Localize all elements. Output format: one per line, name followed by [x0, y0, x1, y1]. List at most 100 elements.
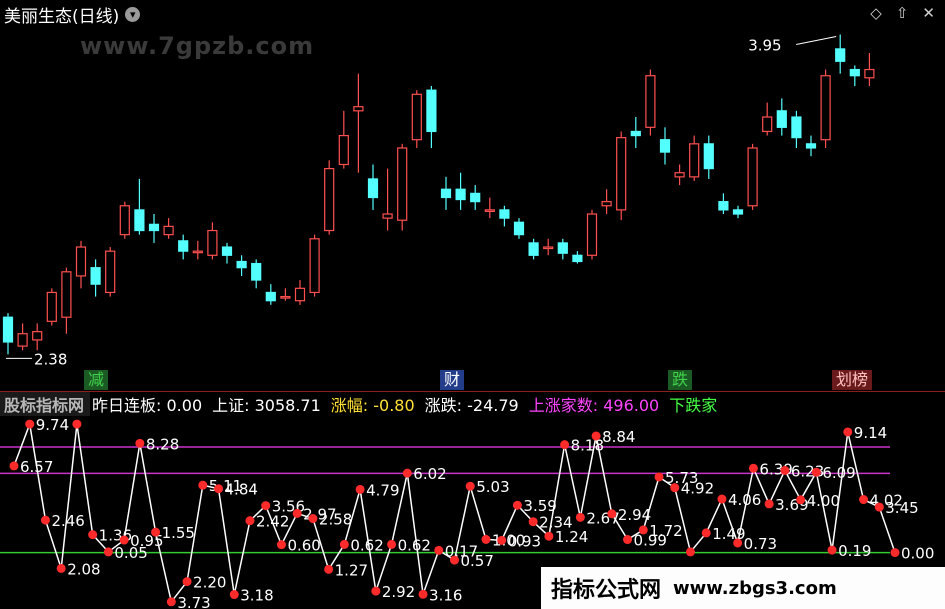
site-banner[interactable]: 指标公式网 www.zbgs3.com [541, 567, 945, 609]
indicator-value-label: 6.09 [822, 464, 855, 482]
diamond-icon[interactable]: ◇ [870, 4, 882, 22]
candle [397, 143, 408, 231]
candle-body [426, 89, 437, 133]
watermark: www.7gpzb.com [80, 32, 315, 60]
candle [75, 240, 87, 289]
indicator-point [450, 555, 459, 565]
window-icons: ◇ ⇧ ✕ [870, 4, 935, 22]
indicator-value-label: 4.06 [728, 491, 761, 509]
candle [791, 110, 802, 148]
candle-body [280, 295, 291, 299]
indicator-point [607, 509, 617, 519]
indicator-point [811, 467, 821, 477]
candle [718, 193, 729, 215]
candle [455, 172, 466, 210]
candle [192, 240, 203, 260]
candle [265, 284, 276, 305]
candle-body [849, 68, 860, 77]
indicator-point [229, 590, 239, 600]
indicator-point [119, 535, 129, 545]
chevron-down-icon[interactable]: ▾ [125, 7, 141, 22]
candle-body [762, 116, 773, 133]
candle [513, 218, 525, 239]
candle-body [17, 333, 28, 347]
indicator-point [843, 427, 853, 437]
candle-body [791, 116, 802, 139]
indicator-point [733, 538, 743, 548]
indicator-point [371, 586, 381, 596]
indicator-point [40, 515, 50, 525]
indicator-value-label: 0.00 [901, 545, 934, 563]
candle-body [411, 93, 422, 141]
indicator-value-label: 3.59 [523, 497, 556, 515]
indicator-value-label: 1.24 [555, 528, 588, 546]
indicator-info-bar: 股标指标网 昨日连板: 0.00 上证: 3058.71 涨幅: -0.80 涨跌: … [0, 392, 945, 416]
indicator-point [72, 419, 82, 429]
info-item: 昨日连板: 0.00 [92, 396, 203, 415]
indicator-value-label: 2.46 [51, 512, 84, 530]
candle-body [251, 262, 262, 281]
candle-body [134, 209, 145, 232]
indicator-point [497, 535, 507, 545]
arrow-up-icon[interactable]: ⇧ [896, 4, 909, 22]
candle-body [294, 287, 306, 302]
event-marker[interactable]: 跌 [668, 370, 693, 390]
indicator-value-label: 5.03 [476, 478, 509, 496]
event-marker[interactable]: 划榜 [832, 370, 873, 390]
candle [499, 205, 510, 227]
indicator-value-label: 3.45 [885, 499, 918, 517]
indicator-value-label: 0.19 [838, 542, 871, 560]
indicator-point [245, 516, 255, 526]
candle-body [163, 225, 174, 236]
candle [762, 102, 773, 136]
event-marker[interactable]: 减 [84, 370, 109, 390]
info-item: 涨幅: -0.80 [330, 396, 415, 415]
indicator-point [481, 534, 491, 544]
indicator-point [182, 577, 192, 587]
candle-body [236, 260, 247, 269]
candle [849, 65, 860, 87]
candle-body [484, 209, 495, 212]
indicator-point [465, 481, 475, 491]
indicator-value-label: 1.72 [649, 522, 682, 540]
indicator-point [418, 589, 428, 599]
candle-body [192, 250, 203, 254]
indicator-value-label: 6.02 [413, 465, 446, 483]
candle [543, 238, 554, 256]
close-icon[interactable]: ✕ [922, 4, 935, 22]
indicator-point [56, 563, 66, 573]
candle [105, 247, 116, 297]
info-items: 昨日连板: 0.00 上证: 3058.71 涨幅: -0.80 涨跌: -24.79… [92, 392, 727, 416]
indicator-point [151, 527, 161, 537]
indicator-point [9, 461, 19, 471]
candle [251, 259, 262, 289]
candle [411, 90, 422, 148]
candle [32, 323, 43, 351]
event-marker[interactable]: 财 [440, 370, 465, 390]
candle [236, 255, 247, 276]
info-item: 上涨家数: 496.00 [528, 396, 660, 415]
indicator-point [764, 499, 774, 509]
indicator-point [292, 508, 302, 518]
candle [689, 135, 700, 181]
indicator-value-label: 9.74 [36, 416, 69, 434]
indicator-point [103, 547, 113, 557]
indicator-point [198, 480, 208, 490]
candle [309, 234, 320, 297]
indicator-value-label: 0.93 [508, 532, 541, 550]
candle [703, 135, 714, 179]
candle [17, 323, 28, 351]
candle [178, 234, 189, 260]
candle-body [119, 205, 130, 236]
indicator-point [575, 512, 585, 522]
candle-body [776, 110, 787, 128]
candle [221, 242, 233, 264]
indicator-point [214, 484, 224, 494]
candle-body [353, 106, 364, 112]
candle [353, 73, 364, 173]
candle [820, 69, 831, 148]
candle-body [616, 137, 627, 211]
candle-body [835, 48, 846, 62]
candle [46, 288, 57, 326]
indicator-point [890, 548, 900, 558]
